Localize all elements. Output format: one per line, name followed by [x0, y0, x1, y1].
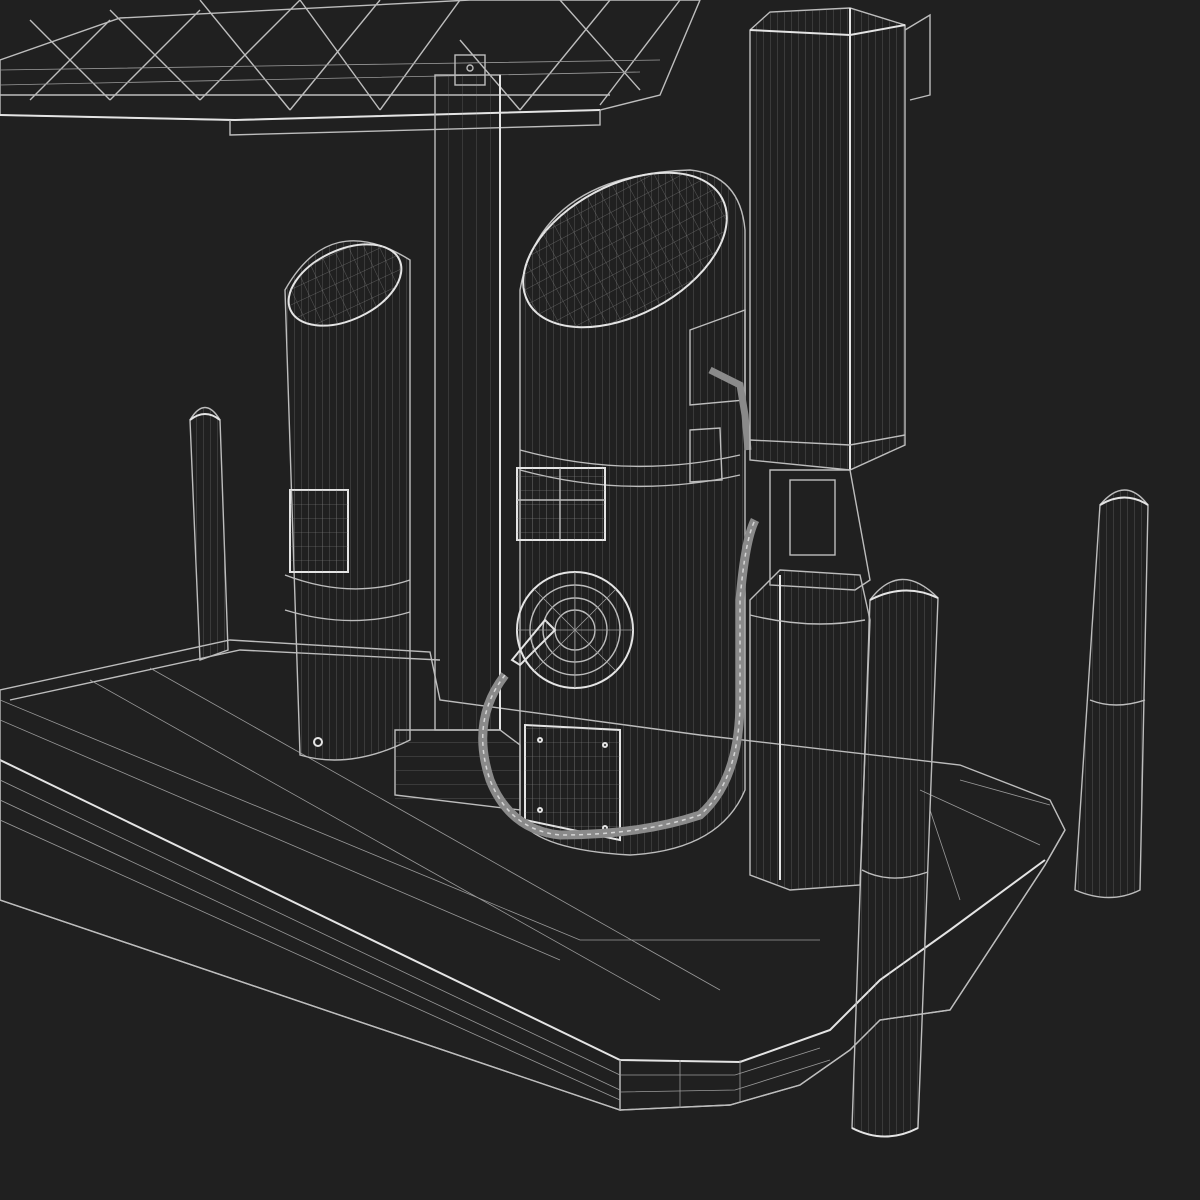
- info-display-panel: [516, 467, 606, 541]
- wireframe-render-scene: [0, 0, 1200, 1200]
